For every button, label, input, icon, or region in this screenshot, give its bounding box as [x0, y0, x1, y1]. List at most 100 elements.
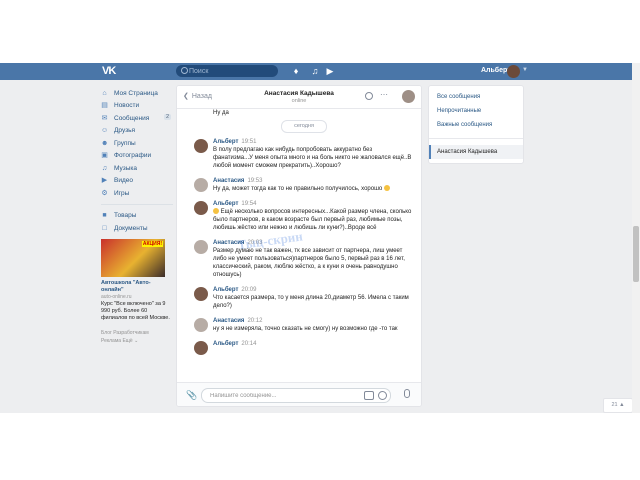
- right-panel: Все сообщения Непрочитанные Важные сообщ…: [428, 85, 524, 164]
- vk-logo[interactable]: VK: [102, 65, 120, 77]
- sidebar-item-docs[interactable]: □ Документы: [101, 222, 173, 235]
- sidebar-item-messages[interactable]: ✉ Сообщения 2: [101, 112, 173, 125]
- footer-links-1[interactable]: Блог Разработчикам: [101, 329, 173, 337]
- message-list[interactable]: Ну да сегодня Альберт 19:51 В полу предла…: [177, 109, 421, 380]
- message-text: ну я не измеряла, точно сказать не смогу…: [213, 326, 398, 332]
- camera-icon[interactable]: [364, 391, 374, 400]
- photos-icon: ▣: [101, 152, 108, 160]
- message-author[interactable]: Анастасия: [213, 178, 244, 184]
- home-icon: ⌂: [102, 89, 107, 97]
- music-icon[interactable]: ♫: [310, 66, 320, 76]
- sidebar-item-label: Новости: [114, 102, 140, 110]
- sidebar-item-groups[interactable]: ☻ Группы: [101, 137, 173, 150]
- news-icon: ▤: [101, 102, 108, 110]
- ad-title[interactable]: Автошкола "Авто-онлайн": [101, 280, 173, 294]
- sidebar-item-photos[interactable]: ▣ Фотографии: [101, 150, 173, 163]
- message-author[interactable]: Альберт: [213, 341, 238, 347]
- app-window: VK ♦ ♫ ▶ Альберт ▼ ⌂ Моя Страница ▤ Новост…: [0, 63, 632, 413]
- sidebar-item-label: Друзья: [114, 127, 136, 135]
- chevron-left-icon: ❮: [183, 93, 189, 100]
- avatar[interactable]: [194, 287, 208, 301]
- message-author[interactable]: Альберт: [213, 287, 238, 293]
- search-icon: [181, 67, 188, 74]
- more-icon[interactable]: ⋯: [380, 91, 388, 99]
- message-input-box[interactable]: [201, 388, 391, 403]
- chevron-down-icon[interactable]: ▼: [522, 67, 528, 73]
- footer-links-2[interactable]: Реклама Ещё ⌄: [101, 337, 173, 345]
- scrollbar-thumb[interactable]: [633, 226, 639, 282]
- sidebar-item-my-page[interactable]: ⌂ Моя Страница: [101, 87, 173, 100]
- avatar[interactable]: [194, 139, 208, 153]
- active-dialog[interactable]: Анастасия Кадышева: [429, 145, 523, 159]
- sidebar-item-market[interactable]: ■ Товары: [101, 210, 173, 223]
- ad-description: Курс "Все включено" за 9 990 руб. Более …: [101, 300, 170, 321]
- messages-icon: ✉: [101, 114, 108, 122]
- emoji-icon[interactable]: [378, 391, 387, 400]
- microphone-icon[interactable]: [404, 389, 410, 398]
- attach-icon[interactable]: 📎: [186, 390, 197, 401]
- message-time: 19:53: [247, 178, 263, 184]
- search-icon[interactable]: [365, 92, 373, 100]
- sidebar-item-label: Сообщения: [114, 114, 150, 122]
- top-bar: VK ♦ ♫ ▶ Альберт ▼: [0, 63, 632, 80]
- sidebar-item-label: Музыка: [114, 164, 137, 172]
- ad-site[interactable]: auto-online.ru: [101, 294, 173, 301]
- message-text: Размер думаю не так важен, тк все зависи…: [213, 248, 405, 278]
- filter-important[interactable]: Важные сообщения: [429, 118, 523, 132]
- sidebar-item-label: Документы: [114, 224, 148, 232]
- message-author[interactable]: Анастасия: [213, 240, 244, 246]
- ad-image[interactable]: АКЦИЯ!: [101, 238, 165, 277]
- sidebar-item-video[interactable]: ▶ Видео: [101, 175, 173, 188]
- avatar[interactable]: [194, 201, 208, 215]
- user-avatar[interactable]: [507, 65, 520, 78]
- message: Анастасия 20:12 ну я не измеряла, точно с…: [177, 317, 421, 333]
- sidebar-item-label: Моя Страница: [114, 89, 158, 97]
- message: Альберт 20:14: [177, 340, 421, 355]
- left-sidebar: ⌂ Моя Страница ▤ Новости ✉ Сообщения 2 ☺ Друз…: [101, 87, 173, 345]
- friends-icon: ☺: [101, 127, 109, 135]
- search-box[interactable]: [176, 65, 278, 77]
- sidebar-item-games[interactable]: ⚙ Игры: [101, 187, 173, 200]
- message-text: Что касается размера, то у меня длина 20…: [213, 295, 409, 309]
- games-icon: ⚙: [101, 189, 108, 197]
- message-author[interactable]: Анастасия: [213, 318, 244, 324]
- bell-icon[interactable]: ♦: [291, 66, 301, 76]
- avatar[interactable]: [194, 318, 208, 332]
- filter-all-messages[interactable]: Все сообщения: [429, 90, 523, 104]
- chat-header: ❮ Назад Анастасия Кадышева online ⋯: [177, 86, 421, 109]
- sidebar-item-label: Фотографии: [114, 152, 152, 160]
- message-time: 19:54: [241, 201, 257, 207]
- message: Альберт 19:54 Ещё несколько вопросов инте…: [177, 200, 421, 232]
- message-author[interactable]: Альберт: [213, 201, 238, 207]
- message-author[interactable]: Альберт: [213, 139, 238, 145]
- sidebar-item-friends[interactable]: ☺ Друзья: [101, 125, 173, 138]
- avatar[interactable]: [194, 341, 208, 355]
- message-time: 20:09: [241, 287, 257, 293]
- play-icon[interactable]: ▶: [325, 66, 335, 76]
- search-input[interactable]: [189, 65, 274, 77]
- message-time: 20:14: [241, 341, 257, 347]
- sidebar-footer: Блог Разработчикам Реклама Ещё ⌄: [101, 329, 173, 345]
- sidebar-item-music[interactable]: ♫ Музыка: [101, 162, 173, 175]
- sidebar-item-label: Игры: [114, 189, 130, 197]
- contact-avatar[interactable]: [402, 90, 415, 103]
- sidebar-divider: [101, 203, 173, 205]
- message: Анастасия 20:03 Размер думаю не так важен…: [177, 239, 421, 279]
- message-input[interactable]: [210, 390, 350, 401]
- sidebar-item-label: Товары: [114, 212, 137, 220]
- sidebar-ad[interactable]: АКЦИЯ! Автошкола "Авто-онлайн" auto-onli…: [101, 238, 173, 322]
- music-icon: ♫: [101, 164, 108, 172]
- composer: 📎: [177, 382, 421, 406]
- back-button[interactable]: ❮ Назад: [183, 92, 212, 100]
- panel-divider: [429, 138, 523, 139]
- mini-chat-button[interactable]: 21 ▲: [603, 398, 632, 413]
- contact-name[interactable]: Анастасия Кадышева: [237, 90, 361, 97]
- filter-unread[interactable]: Непрочитанные: [429, 104, 523, 118]
- ad-badge: АКЦИЯ!: [141, 240, 163, 247]
- docs-icon: □: [102, 224, 107, 232]
- message-text: Ну да, может тогда как то не правильно п…: [213, 186, 383, 192]
- sidebar-item-news[interactable]: ▤ Новости: [101, 100, 173, 113]
- avatar[interactable]: [194, 240, 208, 254]
- avatar[interactable]: [194, 178, 208, 192]
- message: Анастасия 19:53 Ну да, может тогда как то…: [177, 177, 421, 193]
